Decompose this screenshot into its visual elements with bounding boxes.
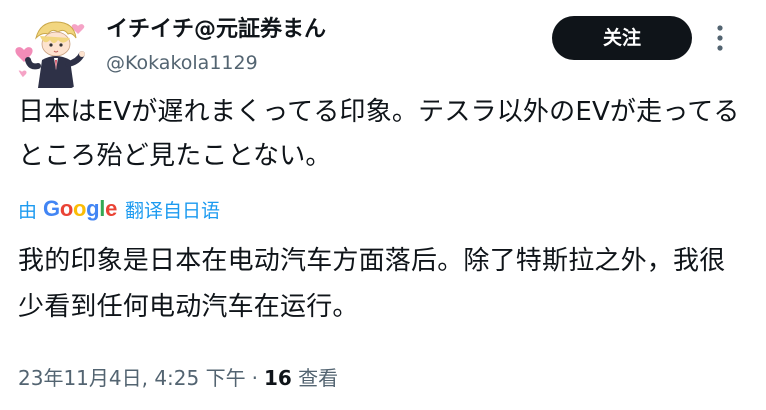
tweet-meta: 23年11月4日, 4:25 下午 · 16 查看	[18, 362, 338, 391]
tweet-header: イチイチ@元証券まん @Kokakola1129 关注	[14, 8, 754, 92]
tweet-text: 日本はEVが遅れまくってる印象。テスラ以外のEVが走ってるところ殆ど見たことない…	[18, 97, 740, 171]
translated-by-label: 由	[18, 199, 38, 222]
translated-from-label[interactable]: 翻译自日语	[125, 196, 220, 223]
follow-button[interactable]: 关注	[552, 16, 692, 60]
vertical-ellipsis-icon	[717, 25, 723, 51]
author-display-name[interactable]: イチイチ@元証券まん	[106, 16, 326, 44]
views-count: 16	[263, 366, 292, 390]
google-logo: Google	[43, 196, 117, 221]
tweet-timestamp[interactable]: 23年11月4日, 4:25 下午	[18, 366, 246, 390]
translation-attribution[interactable]: 由 Google 翻译自日语	[18, 194, 220, 224]
meta-separator: ·	[251, 366, 258, 390]
avatar[interactable]	[14, 12, 94, 92]
author-info[interactable]: イチイチ@元証券まん @Kokakola1129	[106, 16, 326, 76]
avatar-illustration	[14, 12, 94, 92]
views-label: 查看	[298, 366, 339, 390]
translated-tweet-text: 我的印象是日本在电动汽车方面落后。除了特斯拉之外，我很少看到任何电动汽车在运行。	[18, 246, 726, 322]
author-handle[interactable]: @Kokakola1129	[106, 50, 326, 76]
more-options-button[interactable]	[708, 20, 732, 56]
